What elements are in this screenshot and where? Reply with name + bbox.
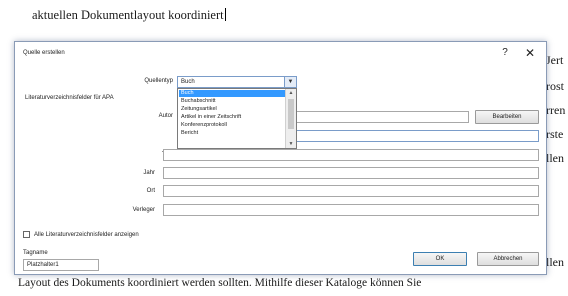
- document-fragment: rste: [546, 127, 564, 141]
- publisher-label: Verleger: [132, 207, 155, 213]
- show-all-fields-label: Alle Literaturverzeichnisfelder anzeigen: [34, 232, 139, 238]
- dropdown-scrollbar[interactable]: ▲ ▼: [285, 89, 296, 148]
- source-type-option[interactable]: Zeitungsartikel: [179, 106, 285, 113]
- title-input[interactable]: [163, 149, 539, 161]
- scroll-down-icon[interactable]: ▼: [286, 140, 296, 148]
- document-fragment: Jert: [546, 53, 564, 67]
- author-label: Autor: [158, 113, 173, 119]
- title-label: Titel: [95, 152, 173, 158]
- source-type-option[interactable]: Bericht: [179, 130, 285, 137]
- dialog-title: Quelle erstellen: [23, 50, 65, 56]
- source-type-option[interactable]: Konferenzprotokoll: [179, 122, 285, 129]
- text-cursor: [224, 8, 226, 21]
- dialog-titlebar[interactable]: Quelle erstellen ? ✕: [15, 42, 546, 64]
- document-text-bottom: Layout des Dokuments koordiniert werden …: [18, 277, 422, 289]
- year-label: Jahr: [143, 170, 155, 176]
- document-fragment: llen: [546, 255, 564, 269]
- create-source-dialog: Quelle erstellen ? ✕ Quellentyp Buch ▼ L…: [14, 41, 547, 275]
- publisher-input[interactable]: [163, 204, 539, 216]
- city-input[interactable]: [163, 185, 539, 197]
- source-type-select[interactable]: Buch ▼: [177, 76, 297, 88]
- source-type-label: Quellentyp: [144, 78, 173, 84]
- source-type-dropdown-list[interactable]: Buch Buchabschnitt Zeitungsartikel Artik…: [177, 88, 297, 149]
- edit-author-button[interactable]: Bearbeiten: [475, 110, 539, 124]
- year-input[interactable]: [163, 167, 539, 179]
- tag-name-input[interactable]: Platzhalter1: [23, 259, 99, 271]
- document-fragment: rost: [546, 79, 564, 93]
- source-type-option[interactable]: Buchabschnitt: [179, 98, 285, 105]
- show-all-fields-checkbox[interactable]: [23, 231, 30, 238]
- scroll-up-icon[interactable]: ▲: [286, 89, 296, 97]
- cancel-button[interactable]: Abbrechen: [477, 252, 539, 266]
- source-type-value: Buch: [181, 79, 195, 85]
- tag-name-label: Tagname: [23, 250, 48, 256]
- close-button[interactable]: ✕: [523, 46, 537, 60]
- source-type-option[interactable]: Buch: [179, 90, 285, 97]
- document-text-top: aktuellen Dokumentlayout koordiniert: [32, 8, 224, 22]
- help-button[interactable]: ?: [499, 46, 511, 60]
- document-fragment: rren: [546, 103, 566, 117]
- tag-name-value: Platzhalter1: [27, 262, 59, 268]
- source-type-option[interactable]: Artikel in einer Zeitschrift: [179, 114, 285, 121]
- scrollbar-thumb[interactable]: [288, 99, 294, 129]
- fields-header: Literaturverzeichnisfelder für APA: [25, 95, 114, 101]
- document-text-line: aktuellen Dokumentlayout koordiniert: [32, 8, 226, 23]
- chevron-down-icon[interactable]: ▼: [284, 77, 296, 87]
- city-label: Ort: [146, 188, 155, 194]
- document-fragment: llen: [546, 151, 564, 165]
- ok-button[interactable]: OK: [413, 252, 467, 266]
